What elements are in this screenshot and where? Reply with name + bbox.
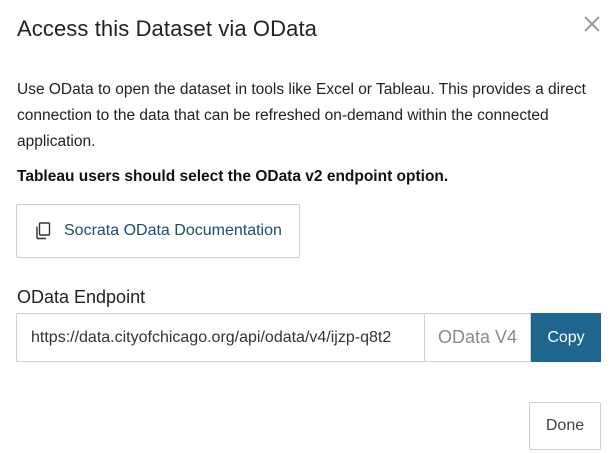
odata-version-label: OData V4 bbox=[424, 313, 531, 362]
endpoint-url-input[interactable] bbox=[16, 313, 424, 362]
copy-button[interactable]: Copy bbox=[531, 313, 601, 362]
done-button[interactable]: Done bbox=[529, 402, 601, 450]
documentation-link-label: Socrata OData Documentation bbox=[64, 222, 282, 239]
odata-documentation-button[interactable]: Socrata OData Documentation bbox=[16, 204, 300, 258]
endpoint-label: OData Endpoint bbox=[17, 287, 146, 307]
tableau-note: Tableau users should select the OData v2… bbox=[17, 168, 449, 185]
dialog-title: Access this Dataset via OData bbox=[17, 16, 318, 41]
close-button[interactable] bbox=[580, 12, 604, 36]
copy-document-icon bbox=[35, 222, 51, 240]
endpoint-row: OData V4 Copy bbox=[16, 313, 601, 362]
dialog-description: Use OData to open the dataset in tools l… bbox=[17, 81, 586, 150]
odata-dialog: Access this Dataset via OData Use OData … bbox=[0, 0, 615, 453]
close-icon bbox=[584, 16, 600, 32]
